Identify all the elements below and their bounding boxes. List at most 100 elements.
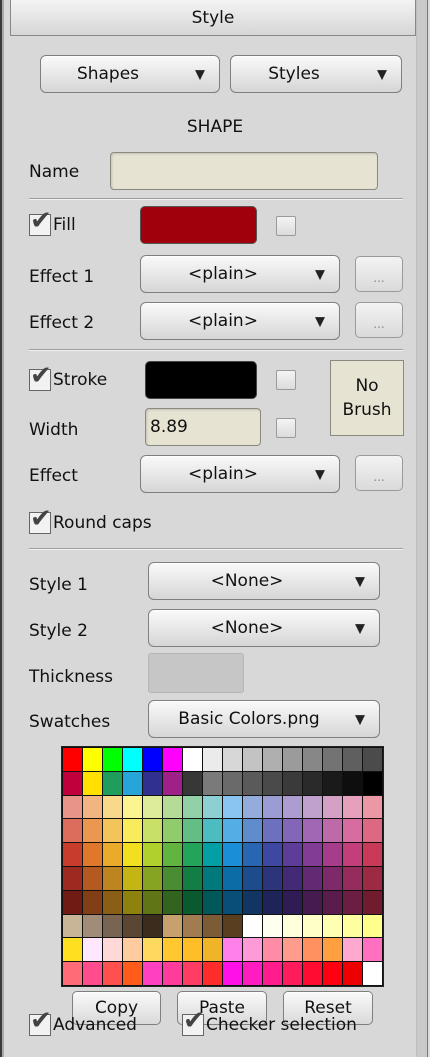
swatch-cell[interactable] bbox=[343, 843, 362, 866]
swatch-cell[interactable] bbox=[363, 843, 382, 866]
swatch-cell[interactable] bbox=[63, 771, 82, 795]
swatch-cell[interactable] bbox=[263, 938, 282, 962]
swatch-cell[interactable] bbox=[323, 843, 342, 866]
swatch-cell[interactable] bbox=[143, 819, 162, 843]
swatch-cell[interactable] bbox=[123, 771, 142, 795]
swatch-cell[interactable] bbox=[283, 748, 302, 771]
swatch-cell[interactable] bbox=[123, 795, 142, 819]
swatch-cell[interactable] bbox=[103, 795, 122, 819]
swatch-cell[interactable] bbox=[263, 795, 282, 819]
swatch-cell[interactable] bbox=[303, 843, 322, 866]
swatches-dropdown[interactable]: Basic Colors.png ▼ bbox=[148, 700, 380, 738]
swatch-cell[interactable] bbox=[343, 819, 362, 843]
swatch-cell[interactable] bbox=[323, 938, 342, 962]
swatch-cell[interactable] bbox=[103, 962, 122, 985]
swatch-cell[interactable] bbox=[343, 748, 362, 771]
swatch-cell[interactable] bbox=[83, 819, 102, 843]
swatch-cell[interactable] bbox=[203, 771, 222, 795]
stroke-effect-options-button[interactable]: ... bbox=[355, 455, 403, 491]
swatch-cell[interactable] bbox=[163, 962, 182, 985]
swatch-cell[interactable] bbox=[283, 795, 302, 819]
swatch-cell[interactable] bbox=[363, 748, 382, 771]
swatch-palette[interactable] bbox=[61, 746, 384, 987]
swatch-cell[interactable] bbox=[263, 866, 282, 890]
swatch-cell[interactable] bbox=[183, 819, 202, 843]
swatch-cell[interactable] bbox=[323, 819, 342, 843]
swatch-cell[interactable] bbox=[323, 771, 342, 795]
swatch-cell[interactable] bbox=[183, 938, 202, 962]
swatch-cell[interactable] bbox=[63, 819, 82, 843]
swatch-cell[interactable] bbox=[283, 938, 302, 962]
swatch-cell[interactable] bbox=[163, 748, 182, 771]
swatch-cell[interactable] bbox=[283, 866, 302, 890]
swatch-cell[interactable] bbox=[63, 914, 82, 938]
swatch-cell[interactable] bbox=[183, 866, 202, 890]
effect1-options-button[interactable]: ... bbox=[355, 256, 403, 292]
swatch-cell[interactable] bbox=[103, 748, 122, 771]
swatch-cell[interactable] bbox=[203, 843, 222, 866]
swatch-cell[interactable] bbox=[163, 795, 182, 819]
swatch-cell[interactable] bbox=[283, 819, 302, 843]
swatch-cell[interactable] bbox=[223, 771, 242, 795]
effect2-dropdown[interactable]: <plain> ▼ bbox=[140, 302, 340, 340]
stroke-effect-dropdown[interactable]: <plain> ▼ bbox=[140, 455, 340, 493]
swatch-cell[interactable] bbox=[143, 843, 162, 866]
swatch-cell[interactable] bbox=[243, 748, 262, 771]
swatch-cell[interactable] bbox=[183, 914, 202, 938]
swatch-cell[interactable] bbox=[183, 748, 202, 771]
swatch-cell[interactable] bbox=[103, 890, 122, 914]
swatch-cell[interactable] bbox=[263, 771, 282, 795]
swatch-cell[interactable] bbox=[143, 938, 162, 962]
fill-color-swatch[interactable] bbox=[140, 206, 257, 244]
swatch-cell[interactable] bbox=[163, 819, 182, 843]
swatch-cell[interactable] bbox=[303, 819, 322, 843]
stroke-option-box[interactable] bbox=[276, 370, 296, 390]
swatch-cell[interactable] bbox=[263, 890, 282, 914]
swatch-cell[interactable] bbox=[283, 890, 302, 914]
panel-scrollbar[interactable] bbox=[416, 0, 430, 1057]
swatch-cell[interactable] bbox=[243, 819, 262, 843]
swatch-cell[interactable] bbox=[303, 795, 322, 819]
swatch-cell[interactable] bbox=[263, 914, 282, 938]
swatch-cell[interactable] bbox=[343, 938, 362, 962]
swatch-cell[interactable] bbox=[183, 890, 202, 914]
swatch-cell[interactable] bbox=[243, 962, 262, 985]
swatch-cell[interactable] bbox=[143, 962, 162, 985]
shapes-dropdown[interactable]: Shapes ▼ bbox=[40, 55, 220, 93]
swatch-cell[interactable] bbox=[343, 771, 362, 795]
swatch-cell[interactable] bbox=[283, 843, 302, 866]
swatch-cell[interactable] bbox=[323, 866, 342, 890]
brush-preview[interactable]: No Brush bbox=[330, 360, 404, 436]
swatch-cell[interactable] bbox=[243, 866, 262, 890]
swatch-cell[interactable] bbox=[123, 819, 142, 843]
swatch-cell[interactable] bbox=[363, 795, 382, 819]
swatch-cell[interactable] bbox=[263, 843, 282, 866]
swatch-cell[interactable] bbox=[243, 843, 262, 866]
swatch-cell[interactable] bbox=[143, 890, 162, 914]
swatch-cell[interactable] bbox=[263, 748, 282, 771]
swatch-cell[interactable] bbox=[163, 938, 182, 962]
swatch-cell[interactable] bbox=[63, 890, 82, 914]
swatch-cell[interactable] bbox=[303, 890, 322, 914]
swatch-cell[interactable] bbox=[203, 866, 222, 890]
swatch-cell[interactable] bbox=[283, 914, 302, 938]
swatch-cell[interactable] bbox=[123, 748, 142, 771]
swatch-cell[interactable] bbox=[63, 866, 82, 890]
swatch-cell[interactable] bbox=[63, 795, 82, 819]
swatch-cell[interactable] bbox=[63, 962, 82, 985]
effect2-options-button[interactable]: ... bbox=[355, 302, 403, 338]
swatch-cell[interactable] bbox=[203, 962, 222, 985]
swatch-cell[interactable] bbox=[163, 771, 182, 795]
swatch-cell[interactable] bbox=[83, 914, 102, 938]
swatch-cell[interactable] bbox=[323, 890, 342, 914]
swatch-cell[interactable] bbox=[103, 819, 122, 843]
swatch-cell[interactable] bbox=[323, 748, 342, 771]
width-field[interactable]: 8.89 bbox=[145, 408, 261, 446]
swatch-cell[interactable] bbox=[343, 962, 362, 985]
round-caps-checkbox[interactable]: Round caps bbox=[29, 504, 152, 534]
swatch-cell[interactable] bbox=[183, 843, 202, 866]
swatch-cell[interactable] bbox=[303, 866, 322, 890]
swatch-cell[interactable] bbox=[303, 748, 322, 771]
styles-dropdown[interactable]: Styles ▼ bbox=[230, 55, 402, 93]
swatch-cell[interactable] bbox=[203, 890, 222, 914]
